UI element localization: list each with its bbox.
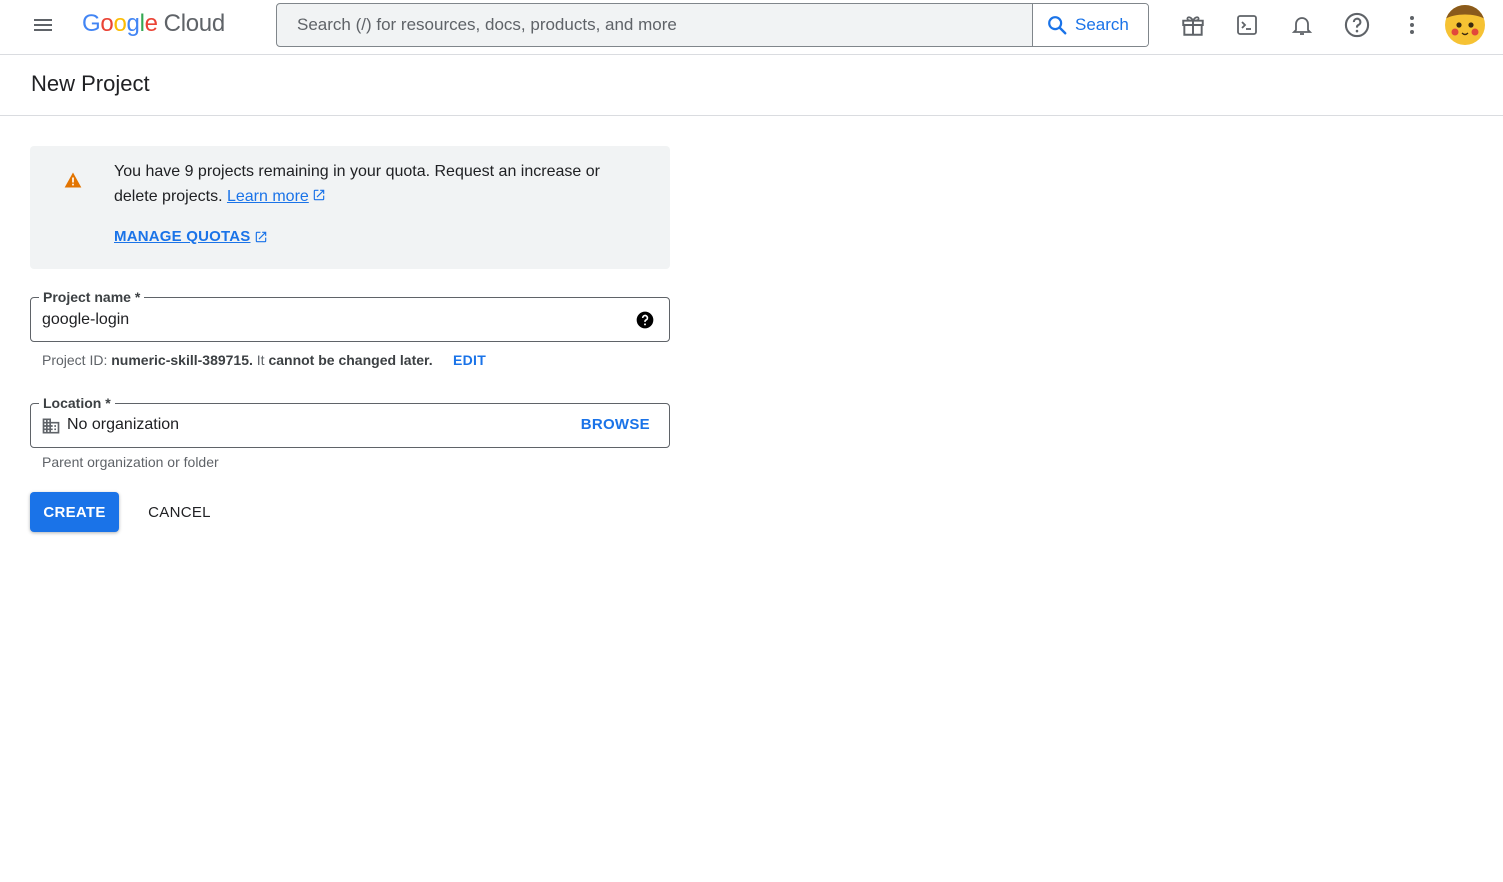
external-link-icon <box>313 189 325 201</box>
notifications-bell-icon[interactable] <box>1282 5 1322 45</box>
page-title: New Project <box>31 71 150 96</box>
search-icon <box>1048 16 1067 35</box>
google-cloud-logo[interactable]: Go o g l e Cloud <box>82 10 225 40</box>
edit-project-id-button[interactable]: EDIT <box>453 352 486 368</box>
help-circle-icon[interactable] <box>635 310 655 330</box>
project-id-prefix: Project ID: <box>42 352 108 368</box>
manage-quotas-link[interactable]: MANAGE QUOTAS <box>114 228 268 245</box>
project-id-value: numeric-skill-389715. <box>111 352 253 368</box>
location-label: Location * <box>39 394 115 412</box>
gift-icon[interactable] <box>1173 5 1213 45</box>
page-header: New Project <box>0 55 1503 116</box>
location-hint: Parent organization or folder <box>42 454 219 470</box>
external-link-icon <box>255 231 266 242</box>
location-value: No organization <box>67 416 180 433</box>
help-question-icon[interactable] <box>1337 5 1377 45</box>
search-button-label: Search <box>1075 15 1129 34</box>
quota-message: You have 9 projects remaining in your qu… <box>114 163 600 205</box>
warning-triangle-icon <box>63 170 83 190</box>
cancel-button[interactable]: CANCEL <box>135 492 224 532</box>
organization-building-icon <box>41 416 61 436</box>
project-name-field: Project name * <box>30 288 670 342</box>
location-field[interactable]: Location * No organization BROWSE <box>30 394 670 448</box>
create-button[interactable]: CREATE <box>30 492 119 532</box>
learn-more-link[interactable]: Learn more <box>227 188 309 205</box>
hamburger-menu-icon[interactable] <box>21 5 65 45</box>
quota-notice: You have 9 projects remaining in your qu… <box>30 146 670 269</box>
project-name-input[interactable] <box>42 298 622 341</box>
cloud-shell-terminal-icon[interactable] <box>1227 5 1267 45</box>
quota-notice-text: You have 9 projects remaining in your qu… <box>114 159 634 209</box>
top-app-bar: Go o g l e Cloud Search <box>0 0 1503 55</box>
search-button[interactable]: Search <box>1032 4 1148 46</box>
search-input[interactable] <box>277 4 1032 46</box>
manage-quotas-label: MANAGE QUOTAS <box>114 228 251 245</box>
more-vert-icon[interactable] <box>1392 5 1432 45</box>
project-id-warning: cannot be changed later. <box>268 352 433 368</box>
project-id-suffix: It <box>256 352 265 368</box>
project-id-hint: Project ID: numeric-skill-389715. It can… <box>42 352 433 368</box>
user-avatar[interactable] <box>1445 5 1485 45</box>
search-bar: Search <box>276 3 1149 47</box>
browse-button[interactable]: BROWSE <box>581 416 650 433</box>
